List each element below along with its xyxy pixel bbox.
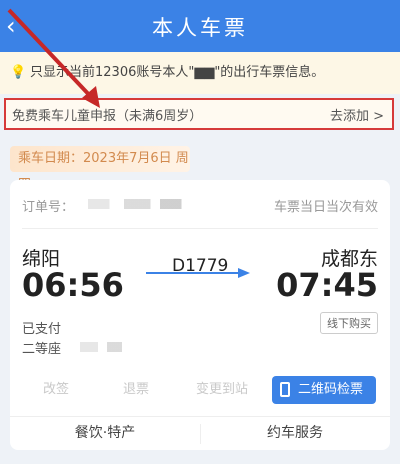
order-number-redacted xyxy=(88,199,208,209)
arrow-right-icon xyxy=(146,268,250,278)
page-title: 本人车票 xyxy=(152,16,248,40)
payment-status: 已支付 xyxy=(22,322,62,337)
car-service-link[interactable]: 约车服务 xyxy=(200,422,390,442)
divider xyxy=(22,228,378,229)
child-declare-label: 免费乘车儿童申报（未满6周岁） xyxy=(12,109,203,124)
refund-button[interactable]: 退票 xyxy=(102,376,170,404)
divider xyxy=(10,416,390,417)
notice-text: 只显示当前12306账号本人"▆▆"的出行车票信息。 xyxy=(30,65,325,80)
validity-note: 车票当日当次有效 xyxy=(273,200,378,215)
ticket-actions: 改签 退票 变更到站 二维码检票 xyxy=(10,376,390,406)
qr-checkin-label: 二维码检票 xyxy=(298,382,364,397)
seat-class: 二等座 xyxy=(22,342,62,357)
app-header: ‹ 本人车票 xyxy=(0,0,400,52)
travel-date: 乘车日期：2023年7月6日 周四 xyxy=(10,146,190,192)
notice-bar: 💡 只显示当前12306账号本人"▆▆"的出行车票信息。 xyxy=(0,52,400,94)
service-bar: 餐饮·特产 约车服务 xyxy=(10,418,390,450)
dining-link[interactable]: 餐饮·特产 xyxy=(10,422,200,442)
qr-checkin-button[interactable]: 二维码检票 xyxy=(272,376,376,404)
seat-number-redacted xyxy=(80,342,140,352)
offline-purchase-badge: 线下购买 xyxy=(320,312,378,334)
change-ticket-button[interactable]: 改签 xyxy=(22,376,90,404)
child-declare-row[interactable]: 免费乘车儿童申报（未满6周岁） 去添加 > xyxy=(4,98,394,130)
lightbulb-icon: 💡 xyxy=(10,65,27,80)
child-declare-add-link[interactable]: 去添加 > xyxy=(330,105,384,124)
phone-icon xyxy=(280,382,290,397)
ticket-card: 订单号： 车票当日当次有效 绵阳 06:56 D1779 成都东 07:45 已… xyxy=(10,180,390,450)
order-number-label: 订单号： xyxy=(22,200,75,215)
change-destination-button[interactable]: 变更到站 xyxy=(182,376,262,404)
departure-time: 06:56 xyxy=(22,266,124,304)
arrival-time: 07:45 xyxy=(276,266,378,304)
